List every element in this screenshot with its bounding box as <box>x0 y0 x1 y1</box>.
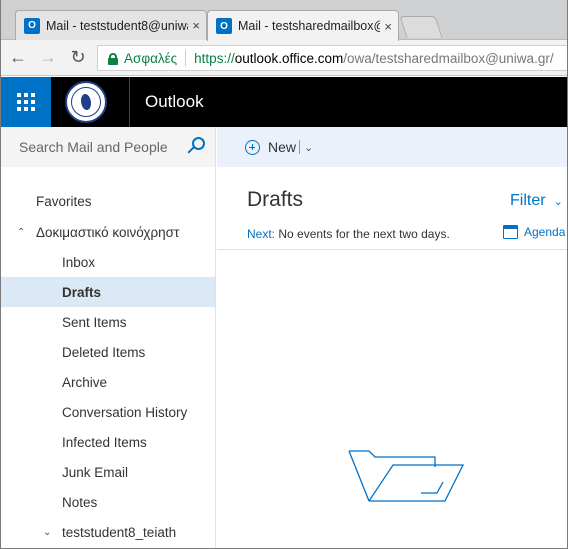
browser-window: O Mail - teststudent8@uniwa × O Mail - t… <box>0 0 568 549</box>
outlook-icon: O <box>24 17 40 34</box>
new-button[interactable]: New ⌄ <box>245 139 313 155</box>
list-divider <box>217 249 567 250</box>
button-separator <box>299 140 301 154</box>
new-tab-button[interactable] <box>399 16 443 38</box>
account-teststudent8[interactable]: ⌄ teststudent8_teiath <box>1 517 215 547</box>
empty-folder-icon <box>348 450 465 502</box>
search-input[interactable]: Search Mail and People <box>19 139 168 155</box>
reload-icon[interactable]: ↻ <box>65 45 91 71</box>
folder-pane: Search Mail and People Favorites ⌃ Δοκιμ… <box>1 127 216 548</box>
folder-junk-email[interactable]: Junk Email <box>1 457 215 487</box>
new-button-label: New <box>268 139 297 155</box>
organization-logo <box>65 81 107 123</box>
folder-conversation-history[interactable]: Conversation History <box>1 397 215 427</box>
folder-drafts[interactable]: Drafts <box>1 277 215 307</box>
folder-deleted-items[interactable]: Deleted Items <box>1 337 215 367</box>
url-scheme: https:// <box>194 50 235 66</box>
secure-label: Ασφαλές <box>124 50 178 66</box>
chevron-down-icon[interactable]: ⌄ <box>304 141 313 154</box>
browser-tab-mail-sharedmailbox[interactable]: O Mail - testsharedmailbox@ × <box>207 10 399 41</box>
chevron-down-icon[interactable]: ⌄ <box>43 527 53 538</box>
folder-list: Favorites ⌃ Δοκιμαστικό κοινόχρηστ Inbox… <box>1 185 215 547</box>
search-icon[interactable] <box>185 137 205 157</box>
folder-archive[interactable]: Archive <box>1 367 215 397</box>
favorites-header[interactable]: Favorites <box>1 185 215 217</box>
next-events-text: No events for the next two days. <box>278 227 450 241</box>
calendar-icon <box>503 225 518 239</box>
close-icon[interactable]: × <box>192 18 200 33</box>
address-separator <box>185 50 187 66</box>
folder-notes[interactable]: Notes <box>1 487 215 517</box>
command-bar: New ⌄ <box>217 127 567 167</box>
next-label: Next: <box>247 227 276 241</box>
filter-label: Filter <box>510 192 546 209</box>
filter-dropdown[interactable]: Filter ⌄ <box>510 192 563 210</box>
forward-arrow-icon[interactable]: → <box>35 45 61 71</box>
chevron-up-icon[interactable]: ⌃ <box>17 227 27 238</box>
shared-mailbox-group[interactable]: ⌃ Δοκιμαστικό κοινόχρηστ <box>1 217 215 247</box>
tab-title: Mail - teststudent8@uniwa <box>46 18 189 33</box>
message-list: Drafts Filter ⌄ Next: No events for the n… <box>217 167 567 548</box>
agenda-button[interactable]: Agenda <box>503 225 565 239</box>
search-box[interactable]: Search Mail and People <box>1 127 215 167</box>
tab-title: Mail - testsharedmailbox@ <box>238 19 381 33</box>
back-arrow-icon[interactable]: ← <box>5 45 31 71</box>
folder-sent-items[interactable]: Sent Items <box>1 307 215 337</box>
agenda-label: Agenda <box>524 225 566 239</box>
url-path: /owa/testsharedmailbox@uniwa.gr/ <box>343 50 554 66</box>
app-title[interactable]: Outlook <box>145 92 204 112</box>
chevron-down-icon: ⌄ <box>553 196 563 208</box>
app-header: Outlook <box>1 77 567 127</box>
tab-strip: O Mail - teststudent8@uniwa × O Mail - t… <box>1 0 567 41</box>
address-bar[interactable]: Ασφαλές https:// outlook.office.com /owa… <box>97 45 567 71</box>
url-host: outlook.office.com <box>234 50 344 66</box>
folder-inbox[interactable]: Inbox <box>1 247 215 277</box>
header-divider <box>129 77 130 127</box>
group-label: Δοκιμαστικό κοινόχρηστ <box>36 224 180 240</box>
next-events-notice: Next: No events for the next two days. <box>247 227 450 241</box>
account-label: teststudent8_teiath <box>62 524 177 540</box>
folder-title: Drafts <box>247 188 304 211</box>
app-launcher-icon[interactable] <box>1 77 51 127</box>
plus-circle-icon <box>245 139 260 155</box>
outlook-icon: O <box>216 18 232 34</box>
folder-infected-items[interactable]: Infected Items <box>1 427 215 457</box>
lock-icon <box>108 52 118 65</box>
address-toolbar: ← → ↻ Ασφαλές https:// outlook.office.co… <box>1 40 567 76</box>
browser-tab-mail-teststudent[interactable]: O Mail - teststudent8@uniwa × <box>15 10 207 40</box>
close-icon[interactable]: × <box>384 19 392 34</box>
